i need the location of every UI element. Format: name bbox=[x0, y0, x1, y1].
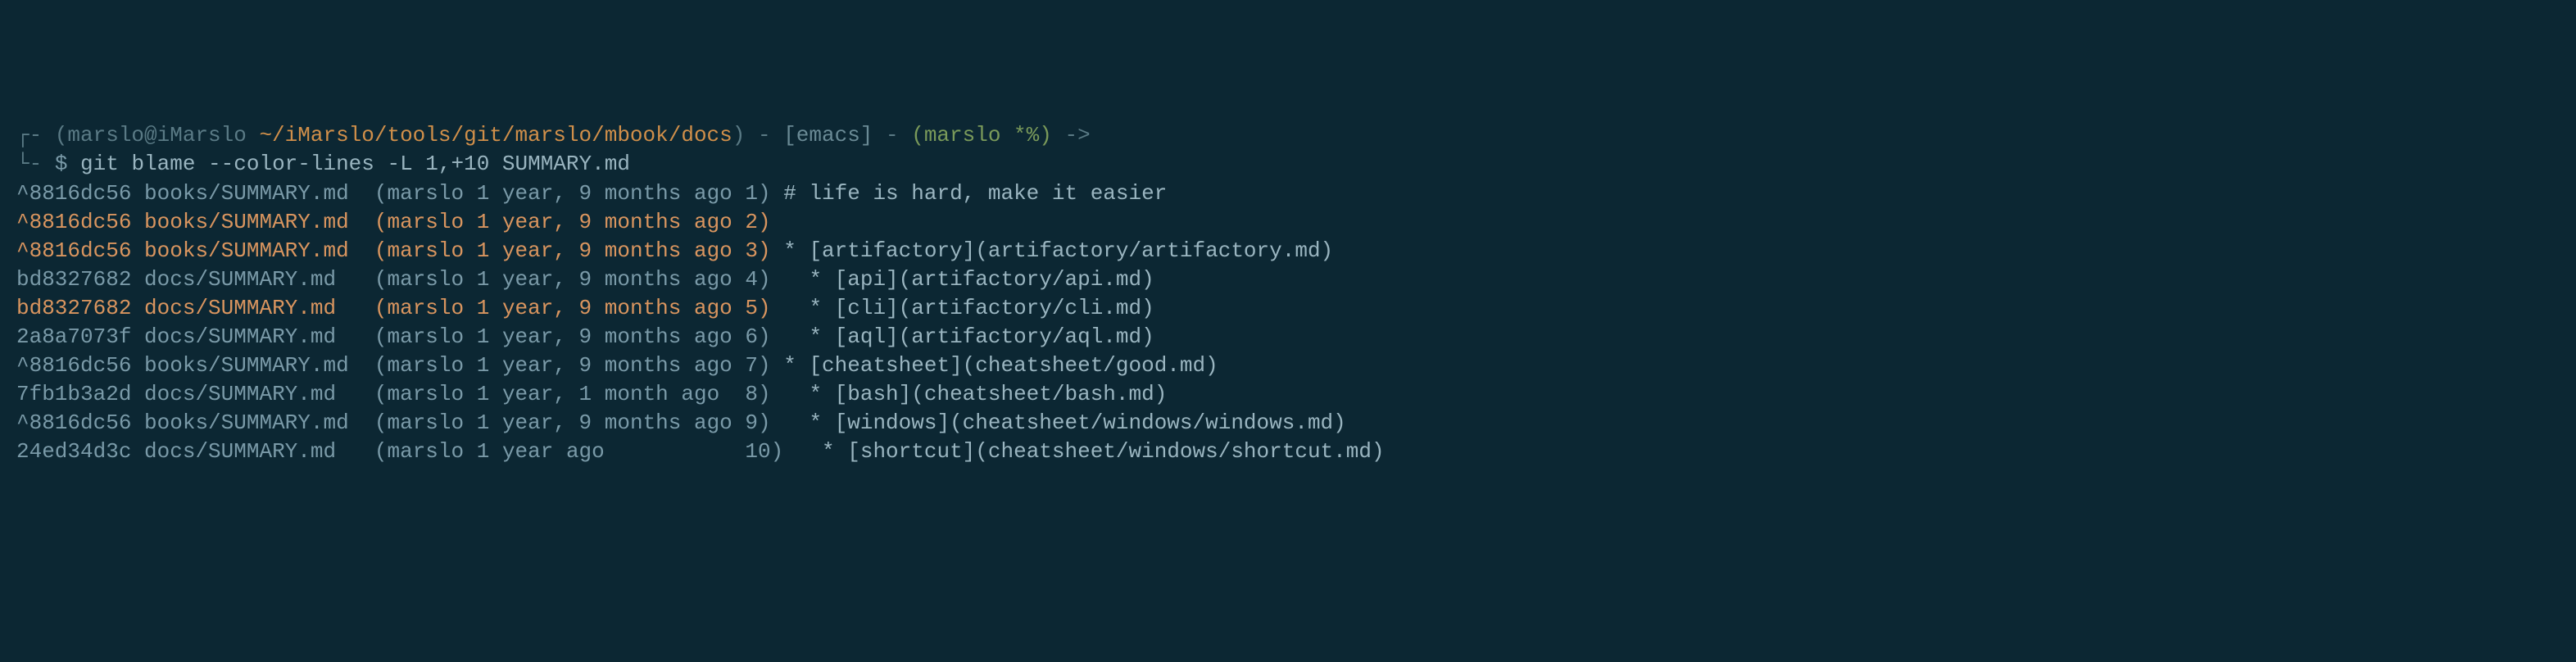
blame-file: books/SUMMARY.md bbox=[144, 237, 374, 265]
blame-meta: (marslo 1 year, 9 months ago 6) bbox=[374, 323, 771, 351]
blame-row: 2a8a7073f docs/SUMMARY.md (marslo 1 year… bbox=[16, 323, 2560, 351]
blame-row: 24ed34d3c docs/SUMMARY.md (marslo 1 year… bbox=[16, 438, 2560, 466]
commit-hash: ^8816dc56 bbox=[16, 237, 131, 265]
prompt-char: $ bbox=[55, 152, 80, 176]
editor-mode: [emacs] bbox=[783, 123, 873, 147]
blame-row: ^8816dc56 books/SUMMARY.md(marslo 1 year… bbox=[16, 237, 2560, 265]
line-content: * [cheatsheet](cheatsheet/good.md) bbox=[771, 351, 1218, 380]
commit-hash: 24ed34d3c bbox=[16, 438, 131, 466]
blame-file: books/SUMMARY.md bbox=[144, 409, 374, 438]
commit-hash: ^8816dc56 bbox=[16, 208, 131, 237]
line-content: * [windows](cheatsheet/windows/windows.m… bbox=[771, 409, 1346, 438]
blame-meta: (marslo 1 year, 9 months ago 9) bbox=[374, 409, 771, 438]
blame-row: bd8327682 docs/SUMMARY.md (marslo 1 year… bbox=[16, 294, 2560, 323]
blame-meta: (marslo 1 year, 9 months ago 7) bbox=[374, 351, 771, 380]
commit-hash: bd8327682 bbox=[16, 294, 131, 323]
line-content: # life is hard, make it easier bbox=[771, 179, 1168, 208]
blame-file: docs/SUMMARY.md bbox=[144, 265, 374, 294]
blame-meta: (marslo 1 year, 9 months ago 5) bbox=[374, 294, 771, 323]
prompt-line-2: └- $ git blame --color-lines -L 1,+10 SU… bbox=[16, 150, 2560, 179]
blame-row: ^8816dc56 books/SUMMARY.md(marslo 1 year… bbox=[16, 409, 2560, 438]
blame-meta: (marslo 1 year, 9 months ago 4) bbox=[374, 265, 771, 294]
commit-hash: 7fb1b3a2d bbox=[16, 380, 131, 409]
line-content: * [artifactory](artifactory/artifactory.… bbox=[771, 237, 1334, 265]
blame-file: docs/SUMMARY.md bbox=[144, 323, 374, 351]
git-branch: (marslo *%) bbox=[911, 123, 1052, 147]
line-content: * [shortcut](cheatsheet/windows/shortcut… bbox=[783, 438, 1384, 466]
blame-row: bd8327682 docs/SUMMARY.md (marslo 1 year… bbox=[16, 265, 2560, 294]
commit-hash: 2a8a7073f bbox=[16, 323, 131, 351]
commit-hash: ^8816dc56 bbox=[16, 351, 131, 380]
line-content: * [api](artifactory/api.md) bbox=[771, 265, 1154, 294]
working-dir: ~/iMarslo/tools/git/marslo/mbook/docs bbox=[259, 123, 732, 147]
blame-file: docs/SUMMARY.md bbox=[144, 380, 374, 409]
user-host: (marslo@iMarslo bbox=[55, 123, 260, 147]
blame-row: 7fb1b3a2d docs/SUMMARY.md (marslo 1 year… bbox=[16, 380, 2560, 409]
blame-meta: (marslo 1 year, 9 months ago 1) bbox=[374, 179, 771, 208]
blame-meta: (marslo 1 year, 1 month ago 8) bbox=[374, 380, 771, 409]
blame-file: docs/SUMMARY.md bbox=[144, 294, 374, 323]
commit-hash: ^8816dc56 bbox=[16, 409, 131, 438]
blame-meta: (marslo 1 year, 9 months ago 2) bbox=[374, 208, 771, 237]
blame-row: ^8816dc56 books/SUMMARY.md(marslo 1 year… bbox=[16, 351, 2560, 380]
commit-hash: bd8327682 bbox=[16, 265, 131, 294]
blame-file: books/SUMMARY.md bbox=[144, 179, 374, 208]
blame-file: docs/SUMMARY.md bbox=[144, 438, 374, 466]
blame-row: ^8816dc56 books/SUMMARY.md(marslo 1 year… bbox=[16, 208, 2560, 237]
blame-meta: (marslo 1 year ago 10) bbox=[374, 438, 783, 466]
blame-meta: (marslo 1 year, 9 months ago 3) bbox=[374, 237, 771, 265]
line-content: * [bash](cheatsheet/bash.md) bbox=[771, 380, 1168, 409]
line-content bbox=[771, 208, 784, 237]
line-content: * [cli](artifactory/cli.md) bbox=[771, 294, 1154, 323]
command-input[interactable]: git blame --color-lines -L 1,+10 SUMMARY… bbox=[80, 152, 630, 176]
terminal-output: ┌- (marslo@iMarslo ~/iMarslo/tools/git/m… bbox=[16, 121, 2560, 466]
line-content: * [aql](artifactory/aql.md) bbox=[771, 323, 1154, 351]
prompt-line-1: ┌- (marslo@iMarslo ~/iMarslo/tools/git/m… bbox=[16, 121, 2560, 150]
commit-hash: ^8816dc56 bbox=[16, 179, 131, 208]
blame-file: books/SUMMARY.md bbox=[144, 208, 374, 237]
blame-row: ^8816dc56 books/SUMMARY.md(marslo 1 year… bbox=[16, 179, 2560, 208]
blame-file: books/SUMMARY.md bbox=[144, 351, 374, 380]
